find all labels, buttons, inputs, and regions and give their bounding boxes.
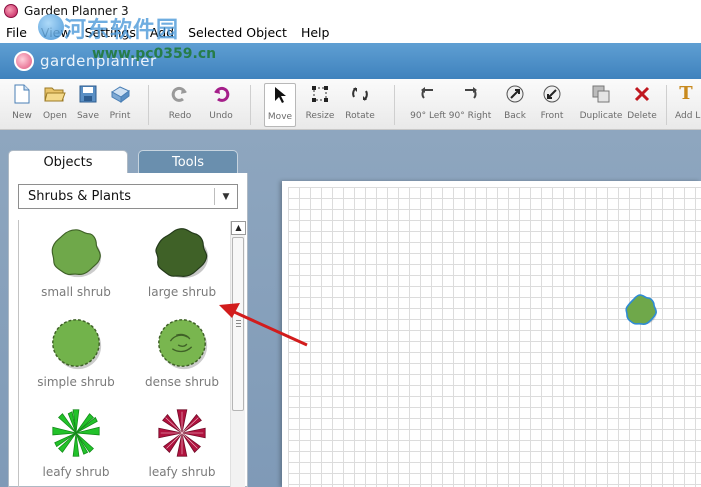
toolbar-separator: [250, 85, 251, 125]
duplicate-icon: [590, 83, 612, 105]
objects-panel: Shrubs & Plants ▼ small shrub large shru…: [8, 173, 248, 487]
object-leafy-shrub-red[interactable]: leafy shrub: [130, 400, 234, 487]
object-label: small shrub: [41, 285, 111, 299]
object-large-shrub[interactable]: large shrub: [130, 220, 234, 308]
object-label: leafy shrub: [42, 465, 110, 479]
delete-button[interactable]: Delete: [624, 83, 660, 127]
object-simple-shrub[interactable]: simple shrub: [24, 310, 128, 398]
grip-line: [236, 323, 241, 324]
undo-icon: [210, 83, 232, 105]
print-button[interactable]: Print: [102, 83, 138, 127]
toolbar-separator: [666, 85, 667, 125]
dense-shrub-icon: [158, 319, 208, 370]
grip-line: [236, 320, 241, 321]
watermark-logo-icon: [38, 14, 64, 40]
rotate-left-button[interactable]: 90° Left: [410, 83, 446, 127]
tab-objects[interactable]: Objects: [8, 150, 128, 174]
leafy-shrub-red-icon: [158, 409, 206, 457]
scroll-thumb[interactable]: [232, 237, 244, 411]
object-label: large shrub: [147, 285, 217, 299]
undo-button[interactable]: Undo: [203, 83, 239, 127]
send-back-icon: [504, 83, 526, 105]
garden-canvas[interactable]: [282, 181, 701, 487]
placed-shrub[interactable]: [623, 292, 659, 328]
simple-shrub-icon: [52, 319, 102, 370]
chevron-down-icon[interactable]: ▼: [215, 192, 237, 202]
new-document-icon: [11, 83, 33, 105]
back-button[interactable]: Back: [497, 83, 533, 127]
object-small-shrub[interactable]: small shrub: [24, 220, 128, 308]
rotate-left-icon: [417, 83, 439, 105]
toolbar-separator: [394, 85, 395, 125]
resize-button[interactable]: Resize: [302, 83, 338, 127]
toolbar: New Open Save Print Redo Undo Move Resiz…: [0, 79, 701, 130]
leafy-shrub-green-icon: [52, 409, 100, 457]
object-label: leafy shrub: [148, 465, 216, 479]
object-label: dense shrub: [144, 375, 220, 389]
brand-flower-icon: [14, 51, 34, 71]
floppy-disk-icon: [77, 83, 99, 105]
garden-grid[interactable]: [288, 187, 701, 487]
duplicate-button[interactable]: Duplicate: [580, 83, 622, 127]
redo-icon: [169, 83, 191, 105]
text-label-icon: T: [679, 83, 693, 104]
object-dense-shrub[interactable]: dense shrub: [130, 310, 234, 398]
move-button[interactable]: Move: [264, 83, 296, 127]
rotate-icon: [349, 83, 371, 105]
grip-line: [236, 326, 241, 327]
cursor-arrow-icon: [269, 84, 291, 106]
object-label: simple shrub: [37, 375, 115, 389]
bring-front-icon: [541, 83, 563, 105]
menu-file[interactable]: File: [6, 25, 27, 40]
objects-list: small shrub large shrub simple shrub den…: [18, 220, 239, 487]
folder-open-icon: [44, 83, 66, 105]
category-dropdown[interactable]: Shrubs & Plants ▼: [18, 184, 238, 209]
rotate-right-button[interactable]: 90° Right: [449, 83, 491, 127]
watermark-url: www.pc0359.cn: [92, 46, 217, 62]
rotate-button[interactable]: Rotate: [342, 83, 378, 127]
category-selected: Shrubs & Plants: [28, 189, 132, 204]
toolbar-separator: [148, 85, 149, 125]
front-button[interactable]: Front: [534, 83, 570, 127]
new-button[interactable]: New: [4, 83, 40, 127]
small-shrub-icon: [51, 229, 102, 278]
app-icon: [4, 4, 18, 18]
tab-tools[interactable]: Tools: [138, 150, 238, 174]
large-shrub-icon: [155, 228, 209, 279]
resize-icon: [309, 83, 331, 105]
scroll-up-arrow-icon[interactable]: ▲: [231, 221, 246, 235]
add-label-button[interactable]: T Add L: [675, 83, 701, 127]
object-leafy-shrub-green[interactable]: leafy shrub: [24, 400, 128, 487]
menu-selected-object[interactable]: Selected Object: [188, 25, 287, 40]
open-button[interactable]: Open: [37, 83, 73, 127]
delete-x-icon: [631, 83, 653, 105]
objects-scrollbar[interactable]: ▲: [230, 221, 246, 487]
rotate-right-icon: [459, 83, 481, 105]
printer-icon: [109, 83, 131, 105]
save-button[interactable]: Save: [70, 83, 106, 127]
menu-help[interactable]: Help: [301, 25, 330, 40]
watermark-text: 河东软件园: [64, 18, 180, 43]
redo-button[interactable]: Redo: [162, 83, 198, 127]
